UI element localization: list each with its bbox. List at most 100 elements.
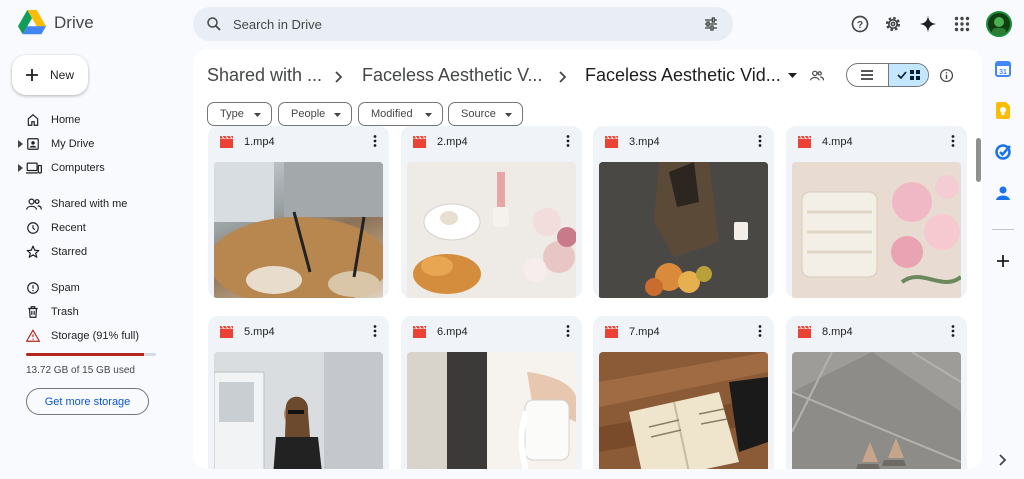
new-button[interactable]: New [12,55,88,95]
sidebar-item-label: Home [51,114,81,126]
storage-bar [26,353,156,356]
caret-down-icon [425,113,432,117]
list-icon [861,70,874,80]
main-panel: Shared with ... Faceless Aesthetic V... … [193,49,982,469]
video-file-icon [413,326,426,338]
file-card[interactable]: 8.mp4 [786,316,967,469]
more-options-icon[interactable] [373,135,377,147]
breadcrumb-item-folder[interactable]: Faceless Aesthetic V... [362,65,542,86]
filter-label: Modified [371,108,413,120]
caret-down-icon [254,113,261,117]
caret-right-icon[interactable] [18,164,23,172]
filter-label: Source [461,108,496,120]
sidebar-item-label: Spam [51,282,80,294]
grid-icon [909,70,920,80]
add-icon[interactable] [994,252,1012,270]
help-icon[interactable]: ? [849,13,871,35]
breadcrumb-item-shared[interactable]: Shared with ... [207,65,322,86]
filter-type[interactable]: Type [207,102,272,126]
caret-down-icon[interactable] [788,73,797,79]
caret-right-icon[interactable] [18,140,23,148]
warning-icon [26,329,40,342]
grid-view-button[interactable] [887,64,928,86]
filter-source[interactable]: Source [448,102,523,126]
filter-modified[interactable]: Modified [358,102,443,126]
list-view-button[interactable] [847,64,888,86]
file-name: 4.mp4 [822,136,853,148]
file-card[interactable]: 7.mp4 [593,316,774,469]
more-options-icon[interactable] [758,135,762,147]
get-more-storage-button[interactable]: Get more storage [26,388,149,415]
video-thumbnail [407,352,576,469]
file-card[interactable]: 1.mp4 [208,126,389,298]
tasks-icon[interactable] [994,143,1012,161]
more-options-icon[interactable] [951,135,955,147]
more-options-icon[interactable] [566,135,570,147]
info-icon[interactable] [939,68,954,83]
svg-text:31: 31 [999,69,1007,76]
file-name: 6.mp4 [437,326,468,338]
spam-icon [27,282,39,294]
caret-down-icon [505,113,512,117]
settings-icon[interactable] [882,13,904,35]
expand-icon[interactable] [994,451,1012,469]
file-card[interactable]: 4.mp4 [786,126,967,298]
shared-icon [26,198,42,210]
filter-label: Type [220,108,244,120]
apps-icon[interactable] [951,13,973,35]
video-file-icon [798,326,811,338]
breadcrumb-item-current[interactable]: Faceless Aesthetic Vid... [585,65,781,86]
file-card[interactable]: 2.mp4 [401,126,582,298]
drive-logo-icon [18,10,46,35]
video-thumbnail [214,352,383,469]
video-thumbnail [407,162,576,298]
more-options-icon[interactable] [566,325,570,337]
file-card[interactable]: 5.mp4 [208,316,389,469]
video-file-icon [413,136,426,148]
trash-icon [28,306,38,318]
video-file-icon [605,326,618,338]
sidebar-item-label: My Drive [51,138,95,150]
view-toggle[interactable] [846,63,929,87]
shared-folder-icon[interactable] [810,69,824,82]
more-options-icon[interactable] [951,325,955,337]
more-options-icon[interactable] [373,325,377,337]
video-thumbnail [214,162,383,298]
sidebar-item-label: Recent [51,222,86,234]
calendar-icon[interactable]: 31 [994,60,1012,78]
sidebar-item-label: Computers [51,162,105,174]
caret-down-icon [334,113,341,117]
filter-people[interactable]: People [278,102,352,126]
video-thumbnail [792,352,961,469]
search-icon[interactable] [205,15,223,33]
file-name: 2.mp4 [437,136,468,148]
video-thumbnail [792,162,961,298]
search-options-icon[interactable] [703,16,719,32]
chevron-right-icon [335,71,343,83]
video-file-icon [798,136,811,148]
app-title: Drive [54,12,94,32]
sidebar-item-label: Starred [51,246,88,258]
svg-text:?: ? [857,20,863,31]
search-input[interactable] [233,14,673,34]
scrollbar-thumb[interactable] [976,138,981,182]
video-thumbnail [599,352,768,469]
contacts-icon[interactable] [994,184,1012,202]
star-icon [26,245,40,258]
sidebar-item-label: Storage (91% full) [51,330,140,342]
file-card[interactable]: 3.mp4 [593,126,774,298]
keep-icon[interactable] [994,101,1012,119]
gemini-icon[interactable] [917,13,939,35]
more-options-icon[interactable] [758,325,762,337]
file-card[interactable]: 6.mp4 [401,316,582,469]
drive-logo[interactable]: Drive [18,10,94,35]
computers-icon [26,162,42,174]
search-bar[interactable] [193,7,733,41]
home-icon [27,113,39,126]
avatar[interactable] [986,11,1012,37]
storage-used-text: 13.72 GB of 15 GB used [26,365,135,376]
check-icon [897,71,907,79]
storage-bar-fill [26,353,145,356]
sidebar-item-label: Trash [51,306,79,318]
file-name: 3.mp4 [629,136,660,148]
